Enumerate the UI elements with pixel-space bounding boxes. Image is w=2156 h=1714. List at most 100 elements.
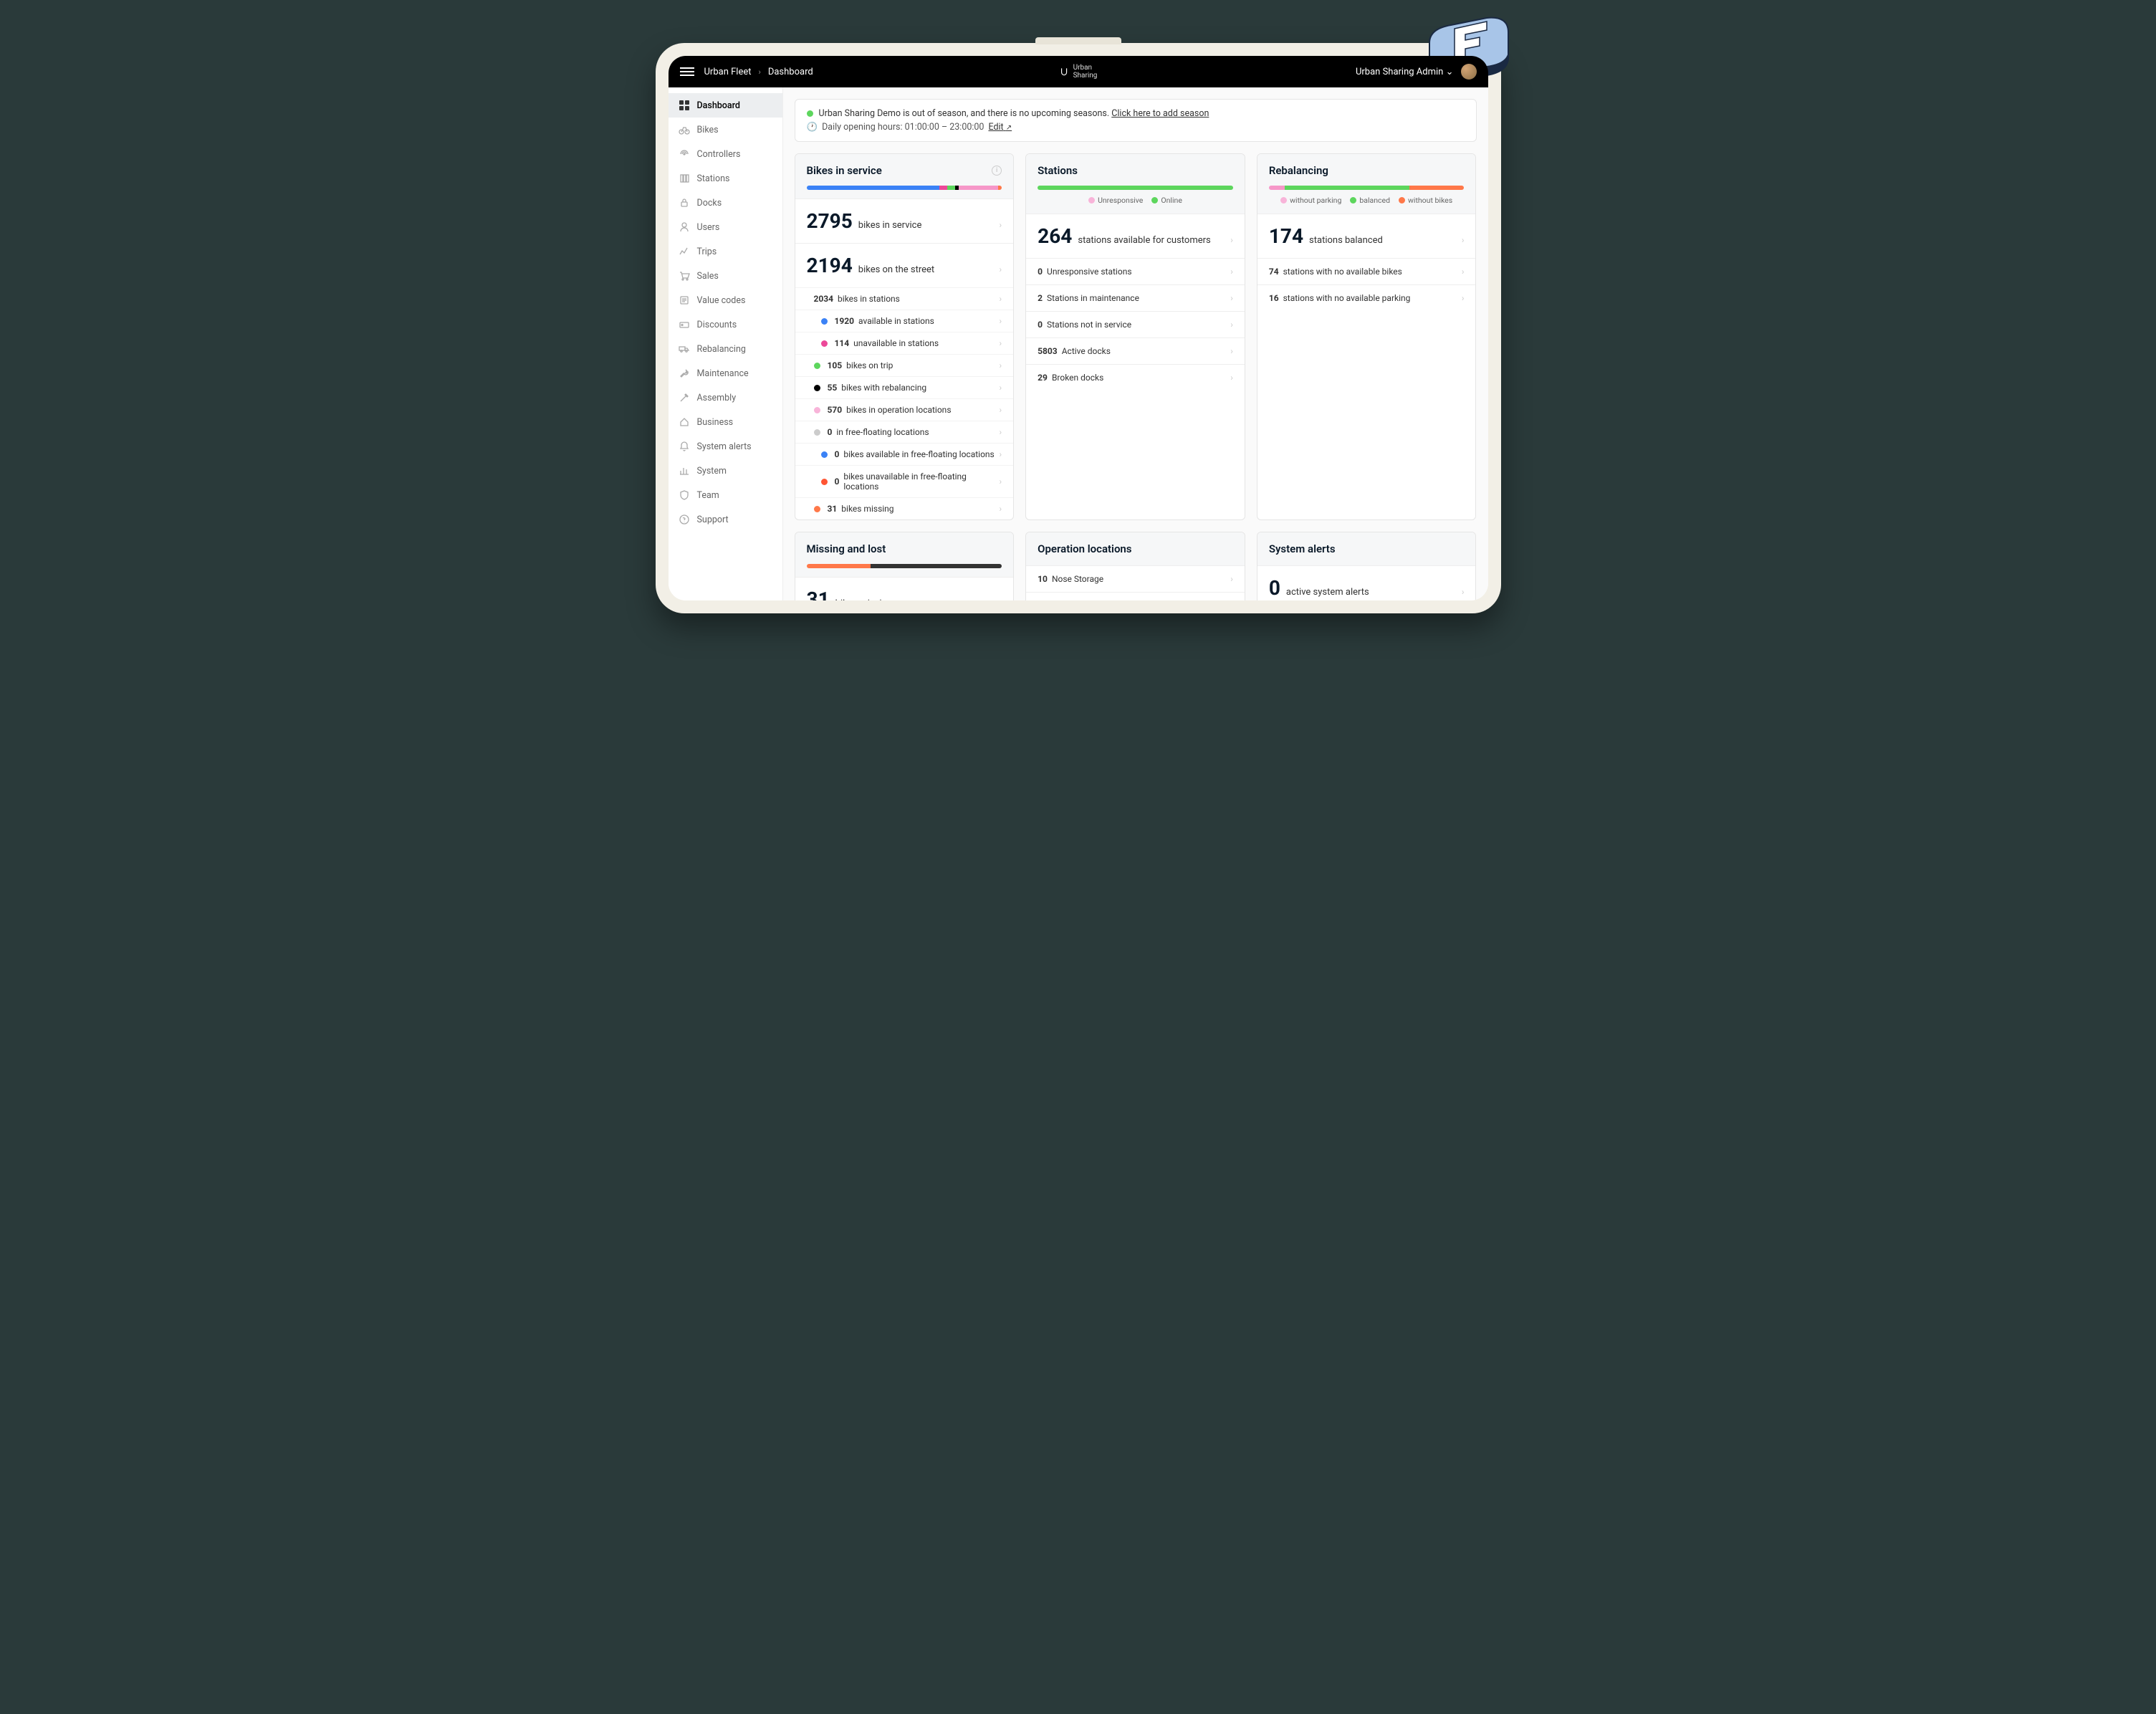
bikes-detail-row[interactable]: 114unavailable in stations› [795,332,1014,354]
chevron-right-icon: › [1000,504,1002,514]
operation-locations-card: Operation locations 10Nose Storage›24Wor… [1025,532,1245,600]
breadcrumb-root[interactable]: Urban Fleet [704,67,752,77]
avatar[interactable] [1461,64,1477,80]
row-label: bikes available in free-floating locatio… [843,449,994,459]
info-icon[interactable]: i [992,166,1002,176]
sidebar-item-assembly[interactable]: Assembly [669,386,782,410]
row-label: Active docks [1062,346,1111,356]
legend-dot-icon [1399,197,1405,204]
oploc-row[interactable]: 10Nose Storage› [1026,565,1245,592]
chevron-right-icon: › [1230,235,1233,245]
topbar: Urban Fleet › Dashboard UrbanSharing Urb… [669,56,1488,87]
alerts-total-row[interactable]: 0 active system alerts › [1257,566,1476,600]
category-dot-icon [814,407,820,413]
tablet-frame: Urban Fleet › Dashboard UrbanSharing Urb… [656,43,1501,613]
chevron-down-icon: ⌄ [1446,67,1454,77]
stations-detail-row[interactable]: 5803Active docks› [1026,337,1245,364]
sidebar-item-dashboard[interactable]: Dashboard [669,93,782,118]
sidebar-label: Value codes [697,295,746,306]
row-label: stations with no available bikes [1283,267,1402,277]
legend-dot-icon [1151,197,1158,204]
sidebar-item-controllers[interactable]: Controllers [669,142,782,166]
rebalancing-card: Rebalancing without parkingbalancedwitho… [1257,153,1477,520]
season-notice: Urban Sharing Demo is out of season, and… [795,99,1477,142]
bikes-detail-row[interactable]: 2034bikes in stations› [795,287,1014,310]
bikes-detail-row[interactable]: 55bikes with rebalancing› [795,376,1014,398]
chevron-right-icon: › [1000,405,1002,415]
row-label: bikes missing [835,598,892,600]
row-label: in free-floating locations [836,427,929,437]
sidebar-label: Assembly [697,393,737,403]
sidebar-item-bikes[interactable]: Bikes [669,118,782,142]
hamburger-menu-icon[interactable] [680,65,694,78]
card-title: Bikes in service [807,164,882,177]
edit-hours-link[interactable]: Edit ↗ [988,122,1012,133]
bikes-detail-row[interactable]: 0in free-floating locations› [795,421,1014,443]
stations-total-row[interactable]: 264 stations available for customers › [1026,214,1245,258]
stations-detail-row[interactable]: 2Stations in maintenance› [1026,284,1245,311]
missing-row[interactable]: 31bikes missing› [795,578,1014,600]
wrench-icon [679,368,690,379]
user-menu[interactable]: Urban Sharing Admin ⌄ [1356,67,1454,77]
rebalancing-distribution-bar [1269,186,1465,190]
bikes-detail-row[interactable]: 570bikes in operation locations› [795,398,1014,421]
oploc-row[interactable]: 24Workshop Kvænerveien› [1026,592,1245,600]
chevron-right-icon: › [1000,220,1002,230]
alerts-value: 0 [1269,576,1280,600]
rebalancing-detail-row[interactable]: 74stations with no available bikes› [1257,258,1476,284]
sidebar-item-sales[interactable]: Sales [669,264,782,288]
row-label: bikes in stations [838,294,900,304]
sidebar-item-business[interactable]: Business [669,410,782,434]
add-season-link[interactable]: Click here to add season [1111,108,1209,119]
row-label: bikes with rebalancing [841,383,926,393]
legend-dot-icon [1280,197,1287,204]
card-title: Stations [1038,164,1078,177]
rebalancing-legend: without parkingbalancedwithout bikes [1269,196,1465,205]
bikes-detail-row[interactable]: 0bikes unavailable in free-floating loca… [795,465,1014,497]
sidebar-item-discounts[interactable]: Discounts [669,312,782,337]
category-dot-icon [814,429,820,436]
missing-distribution-bar [807,564,1002,568]
row-value: 2 [1038,293,1043,303]
sidebar-label: Discounts [697,320,737,330]
bikes-detail-row[interactable]: 31bikes missing› [795,497,1014,520]
sidebar-item-value-codes[interactable]: Value codes [669,288,782,312]
sidebar-item-docks[interactable]: Docks [669,191,782,215]
sidebar-label: System [697,466,727,477]
stations-detail-row[interactable]: 0Unresponsive stations› [1026,258,1245,284]
sidebar-item-system-alerts[interactable]: System alerts [669,434,782,459]
sidebar: DashboardBikesControllers Stations Docks Us… [669,87,783,600]
category-dot-icon [821,451,828,458]
stations-detail-row[interactable]: 0Stations not in service› [1026,311,1245,337]
legend-item: without bikes [1399,196,1452,205]
sidebar-label: Stations [697,173,730,184]
sidebar-item-users[interactable]: Users [669,215,782,239]
row-label: bikes in operation locations [846,405,951,415]
bikes-street-row[interactable]: 2194 bikes on the street › [795,244,1014,287]
bikes-total-row[interactable]: 2795 bikes in service › [795,199,1014,243]
rebalancing-detail-row[interactable]: 16stations with no available parking› [1257,284,1476,311]
sidebar-item-stations[interactable]: Stations [669,166,782,191]
user-label: Urban Sharing Admin [1356,67,1443,77]
home-icon [679,416,690,428]
chevron-right-icon: › [1462,267,1465,277]
legend-dot-icon [1088,197,1095,204]
sidebar-item-maintenance[interactable]: Maintenance [669,361,782,386]
sidebar-label: Rebalancing [697,344,746,355]
station-icon [679,173,690,184]
sidebar-item-trips[interactable]: Trips [669,239,782,264]
stations-detail-row[interactable]: 29Broken docks› [1026,364,1245,391]
sidebar-item-system[interactable]: System [669,459,782,483]
sidebar-label: Docks [697,198,722,209]
bikes-detail-row[interactable]: 1920available in stations› [795,310,1014,332]
bikes-detail-row[interactable]: 0bikes available in free-floating locati… [795,443,1014,465]
help-icon [679,514,690,525]
rebalancing-total-row[interactable]: 174 stations balanced › [1257,214,1476,258]
sidebar-item-team[interactable]: Team [669,483,782,507]
sidebar-item-support[interactable]: Support [669,507,782,532]
chevron-right-icon: › [1000,294,1002,304]
row-value: 1920 [835,316,855,326]
chevron-right-icon: › [1230,373,1233,383]
bikes-detail-row[interactable]: 105bikes on trip› [795,354,1014,376]
sidebar-item-rebalancing[interactable]: Rebalancing [669,337,782,361]
